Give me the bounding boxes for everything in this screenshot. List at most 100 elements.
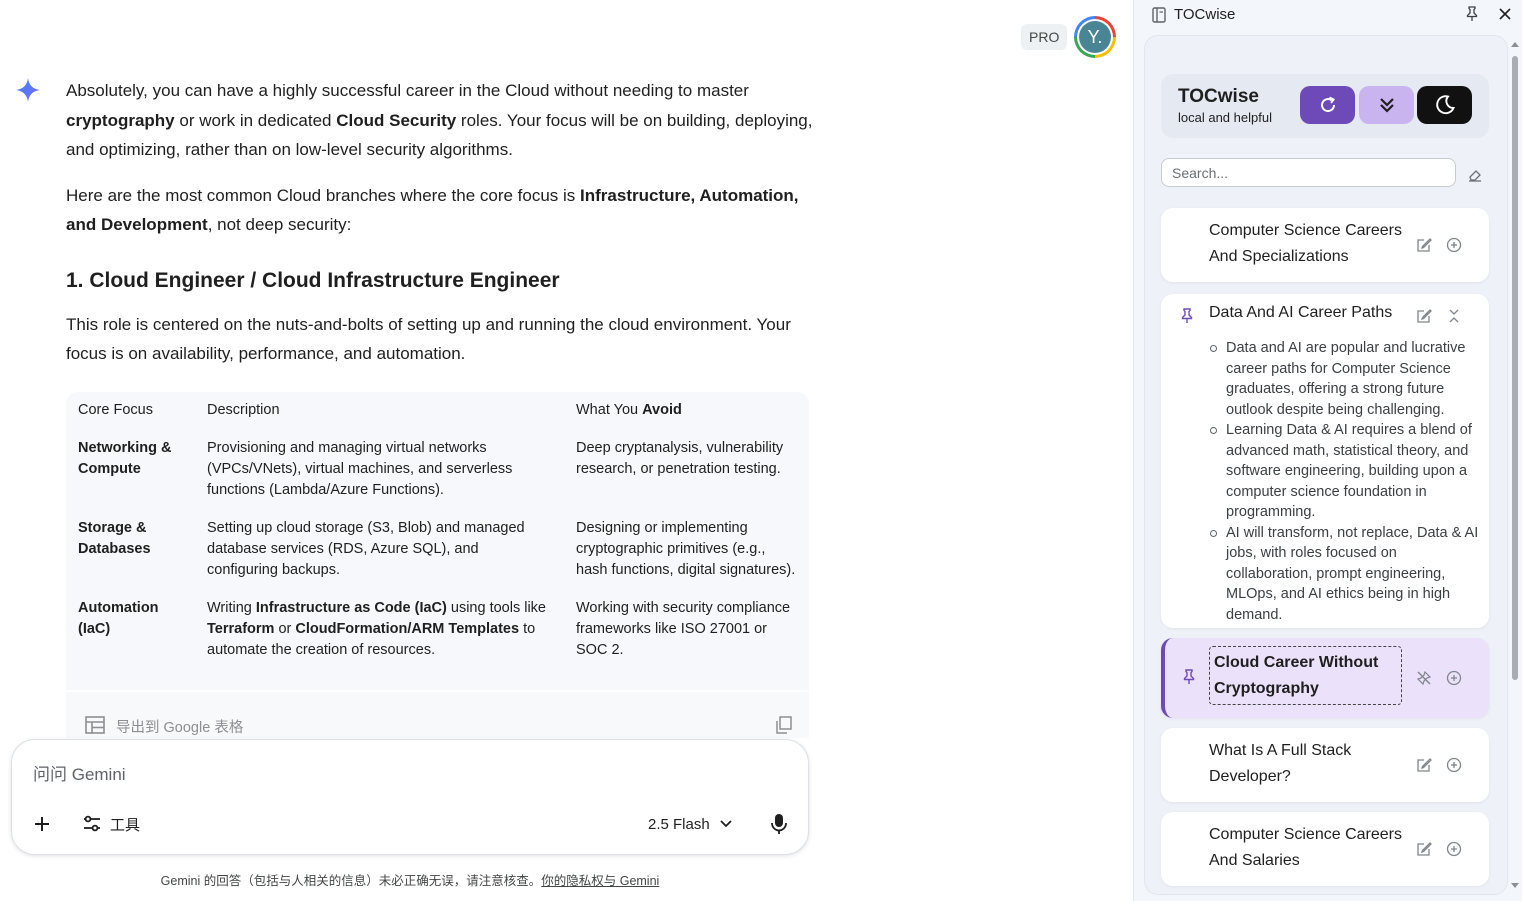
text: or bbox=[274, 621, 296, 637]
brand-card: TOCwise local and helpful bbox=[1161, 74, 1489, 138]
table-cell-description: Provisioning and managing virtual networ… bbox=[207, 440, 513, 498]
pin-icon[interactable] bbox=[1180, 308, 1194, 324]
table-cell-description: Writing Infrastructure as Code (IaC) usi… bbox=[195, 590, 564, 670]
disclaimer: Gemini 的回答（包括与人相关的信息）未必正确无误，请注意核查。你的隐私权与… bbox=[0, 870, 820, 889]
pin-panel-icon[interactable] bbox=[1465, 6, 1479, 22]
table-cell-focus: Storage & Databases bbox=[66, 510, 195, 590]
edit-icon[interactable] bbox=[1416, 237, 1432, 253]
microphone-icon[interactable] bbox=[769, 812, 789, 836]
section-heading: 1. Cloud Engineer / Cloud Infrastructure… bbox=[66, 268, 560, 292]
table-cell-avoid: Working with security compliance framewo… bbox=[576, 600, 791, 658]
bold-text: Terraform bbox=[207, 621, 275, 637]
toc-item-title-editing[interactable]: Cloud Career Without Cryptography bbox=[1209, 646, 1402, 705]
table-cell-description: Setting up cloud storage (S3, Blob) and … bbox=[207, 520, 525, 578]
table-cell-avoid: Designing or implementing cryptographic … bbox=[576, 520, 796, 578]
table-footer-bar: 导出到 Google 表格 bbox=[66, 692, 809, 738]
text: Writing bbox=[207, 600, 256, 616]
copy-icon[interactable] bbox=[776, 716, 792, 734]
add-circle-icon[interactable] bbox=[1446, 237, 1462, 253]
panel-scrollbar[interactable] bbox=[1510, 40, 1520, 890]
tools-label: 工具 bbox=[110, 816, 141, 834]
model-label: 2.5 Flash bbox=[648, 815, 710, 833]
dark-mode-button[interactable] bbox=[1417, 86, 1472, 124]
pin-icon[interactable] bbox=[1182, 669, 1196, 685]
close-icon[interactable] bbox=[1498, 6, 1512, 22]
edit-icon[interactable] bbox=[1416, 308, 1432, 324]
unpin-icon[interactable] bbox=[1416, 670, 1432, 686]
table-header-row: Core Focus Description What You Avoid bbox=[66, 392, 809, 430]
expand-all-button[interactable] bbox=[1359, 86, 1414, 124]
text: Absolutely, you can have a highly succes… bbox=[66, 81, 749, 100]
summary-bullet: Learning Data & AI requires a blend of a… bbox=[1210, 420, 1479, 523]
panel-title-bar: TOCwise bbox=[1152, 6, 1235, 23]
role-description: This role is centered on the nuts-and-bo… bbox=[66, 314, 791, 364]
avatar[interactable]: Y. bbox=[1074, 16, 1116, 58]
toc-item-title[interactable]: Computer Science Careers And Specializat… bbox=[1209, 218, 1409, 270]
column-header: What You Avoid bbox=[564, 392, 809, 430]
collapse-icon[interactable] bbox=[1446, 308, 1462, 324]
sheets-table-icon[interactable] bbox=[85, 716, 105, 734]
bold-text: Cloud Security bbox=[336, 110, 457, 130]
add-icon[interactable] bbox=[30, 812, 54, 836]
avatar-letter: Y. bbox=[1079, 21, 1111, 53]
toc-item-expanded[interactable]: Data And AI Career Paths Data and AI are… bbox=[1161, 294, 1489, 628]
brand-tagline: local and helpful bbox=[1178, 110, 1272, 125]
tocwise-side-panel: TOCwise TOCwise local and helpful Search… bbox=[1133, 0, 1522, 901]
prompt-composer: 问问 Gemini 工具 2.5 Flash bbox=[11, 739, 809, 855]
text: Automation (IaC) bbox=[78, 600, 159, 637]
toc-item[interactable]: What Is A Full Stack Developer? bbox=[1161, 728, 1489, 802]
toc-container: TOCwise local and helpful Search... Comp… bbox=[1144, 35, 1508, 895]
chevron-down-icon bbox=[720, 820, 732, 828]
add-circle-icon[interactable] bbox=[1446, 841, 1462, 857]
disclaimer-text: Gemini 的回答（包括与人相关的信息）未必正确无误，请注意核查。 bbox=[160, 874, 542, 888]
column-header: Description bbox=[207, 402, 280, 418]
text: Here are the most common Cloud branches … bbox=[66, 185, 581, 205]
toc-summary-list: Data and AI are popular and lucrative ca… bbox=[1209, 338, 1479, 625]
assistant-answer: Absolutely, you can have a highly succes… bbox=[66, 76, 816, 385]
model-selector[interactable]: 2.5 Flash bbox=[648, 812, 732, 836]
text: using tools like bbox=[446, 600, 546, 616]
scrollbar-thumb[interactable] bbox=[1512, 56, 1518, 680]
gemini-spark-icon bbox=[16, 78, 40, 102]
privacy-link[interactable]: 你的隐私权与 Gemini bbox=[541, 874, 659, 888]
toc-item-title[interactable]: What Is A Full Stack Developer? bbox=[1209, 738, 1409, 790]
edit-icon[interactable] bbox=[1416, 757, 1432, 773]
prompt-input[interactable]: 问问 Gemini bbox=[33, 760, 126, 785]
summary-bullet: AI will transform, not replace, Data & A… bbox=[1210, 523, 1479, 626]
bold-text: Infrastructure as Code (IaC) bbox=[255, 600, 447, 616]
text: What You bbox=[576, 402, 643, 418]
toc-item[interactable]: Computer Science Careers And Salaries bbox=[1161, 812, 1489, 886]
answer-branches: Here are the most common Cloud branches … bbox=[66, 181, 816, 240]
text: or work in dedicated bbox=[174, 110, 337, 130]
answer-intro: Absolutely, you can have a highly succes… bbox=[66, 76, 816, 165]
summary-bullet: Data and AI are popular and lucrative ca… bbox=[1210, 338, 1479, 420]
scroll-up-icon[interactable] bbox=[1510, 40, 1520, 48]
add-circle-icon[interactable] bbox=[1446, 670, 1462, 686]
brand-name: TOCwise bbox=[1178, 86, 1259, 107]
clear-search-icon[interactable] bbox=[1467, 168, 1483, 182]
toc-item-active[interactable]: Cloud Career Without Cryptography bbox=[1161, 638, 1489, 718]
refresh-button[interactable] bbox=[1300, 86, 1355, 124]
export-to-sheets-button[interactable]: 导出到 Google 表格 bbox=[116, 716, 243, 737]
tools-button[interactable]: 工具 bbox=[82, 812, 140, 836]
sliders-icon bbox=[84, 815, 100, 832]
book-icon bbox=[1152, 6, 1166, 23]
table-row: Storage & Databases Setting up cloud sto… bbox=[66, 510, 809, 590]
gemini-chat-area: PRO Y. Absolutely, you can have a highly… bbox=[0, 0, 1133, 901]
add-circle-icon[interactable] bbox=[1446, 757, 1462, 773]
pro-badge: PRO bbox=[1021, 24, 1068, 50]
bold-text: cryptography bbox=[66, 110, 175, 130]
toc-item-title[interactable]: Computer Science Careers And Salaries bbox=[1209, 822, 1409, 874]
table-cell-focus: Networking & Compute bbox=[66, 430, 195, 510]
table-row: Networking & Compute Provisioning and ma… bbox=[66, 430, 809, 510]
panel-title: TOCwise bbox=[1174, 6, 1236, 23]
text: Storage & Databases bbox=[78, 520, 151, 557]
edit-icon[interactable] bbox=[1416, 841, 1432, 857]
toc-item-title[interactable]: Data And AI Career Paths bbox=[1209, 300, 1409, 326]
comparison-table: Core Focus Description What You Avoid Ne… bbox=[66, 392, 809, 690]
toc-search-input[interactable] bbox=[1161, 158, 1456, 187]
scroll-down-icon[interactable] bbox=[1510, 882, 1520, 890]
text: Networking & Compute bbox=[78, 440, 172, 477]
toc-item[interactable]: Computer Science Careers And Specializat… bbox=[1161, 208, 1489, 282]
bold-text: CloudFormation/ARM Templates bbox=[295, 621, 520, 637]
